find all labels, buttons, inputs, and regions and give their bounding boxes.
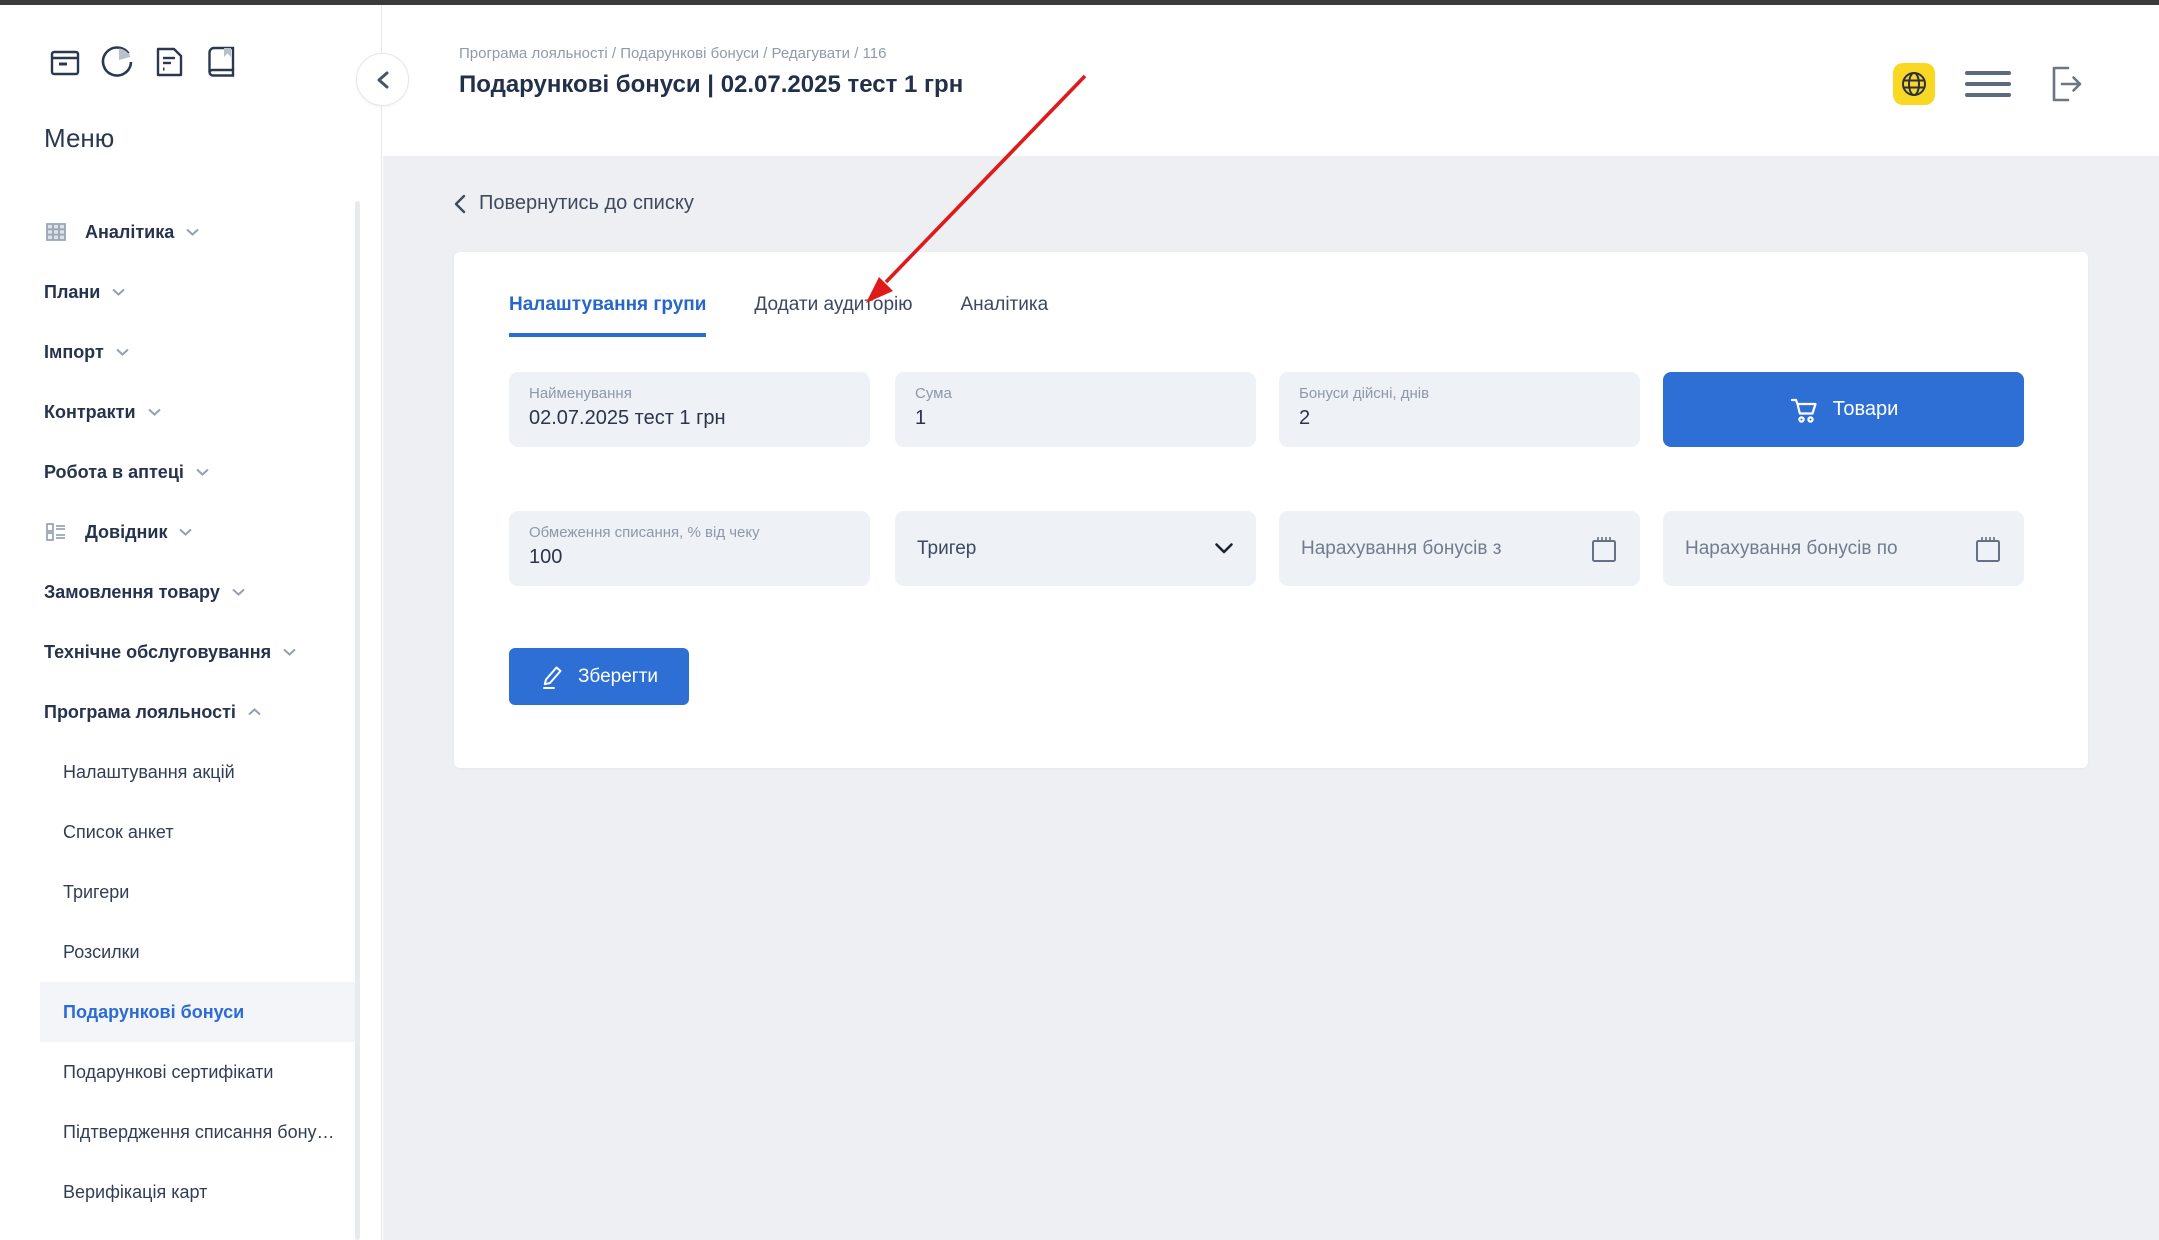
- chevron-down-icon: [282, 647, 297, 657]
- logout-icon: [2052, 66, 2082, 102]
- chevron-down-icon: [185, 227, 200, 237]
- sidebar-item-prohrama-loialnosti[interactable]: Програма лояльності: [0, 682, 381, 742]
- chevron-down-icon: [231, 587, 246, 597]
- trigger-select[interactable]: Тригер: [895, 511, 1256, 586]
- language-button[interactable]: [1893, 63, 1935, 105]
- globe-icon: [1902, 72, 1926, 96]
- sidebar: Меню Аналітика Плани Імпорт Контракти Ро…: [0, 5, 382, 1240]
- chevron-up-icon: [247, 707, 262, 717]
- list-icon: [44, 519, 70, 545]
- sidebar-item-pidtverdzhennia-spysannia[interactable]: Підтвердження списання бону…: [0, 1102, 381, 1162]
- book-icon[interactable]: [202, 43, 240, 81]
- chevron-down-icon: [147, 407, 162, 417]
- calendar-icon: [1976, 536, 2000, 562]
- sidebar-item-spysok-anket[interactable]: Список анкет: [0, 802, 381, 862]
- bonus-days-field[interactable]: Бонуси дійсні, днів 2: [1279, 372, 1640, 447]
- chevron-left-icon: [377, 71, 388, 88]
- chevron-down-icon: [178, 527, 193, 537]
- back-to-list-link[interactable]: Повернутись до списку: [453, 192, 694, 215]
- breadcrumb: Програма лояльності / Подарункові бонуси…: [459, 45, 887, 62]
- pie-chart-icon[interactable]: [98, 43, 136, 81]
- chevron-down-icon: [111, 287, 126, 297]
- sidebar-item-robota-v-aptetsi[interactable]: Робота в аптеці: [0, 442, 381, 502]
- products-button[interactable]: Товари: [1663, 372, 2024, 447]
- sidebar-item-dovidnyk[interactable]: Довідник: [0, 502, 381, 562]
- sidebar-toolbar: [46, 43, 240, 81]
- sidebar-item-analitika[interactable]: Аналітика: [0, 202, 381, 262]
- menu-title: Меню: [44, 123, 115, 153]
- sidebar-item-tryhery[interactable]: Тригери: [0, 862, 381, 922]
- app-root: Меню Аналітика Плани Імпорт Контракти Ро…: [0, 0, 2159, 1240]
- menu-toggle-button[interactable]: [1965, 69, 2011, 99]
- sidebar-item-zamovlennia-tovaru[interactable]: Замовлення товару: [0, 562, 381, 622]
- tab-add-audience[interactable]: Додати аудиторію: [754, 294, 912, 337]
- sidebar-item-rozsylky[interactable]: Розсилки: [0, 922, 381, 982]
- accrual-to-datepicker[interactable]: Нарахування бонусів по: [1663, 511, 2024, 586]
- main-content: Повернутись до списку Налаштування групи…: [383, 156, 2159, 1240]
- writeoff-limit-field[interactable]: Обмеження списання, % від чеку 100: [509, 511, 870, 586]
- sidebar-item-veryfikatsiia-kart[interactable]: Верифікація карт: [0, 1162, 381, 1222]
- sidebar-item-nalashtuvannia-aktsii[interactable]: Налаштування акцій: [0, 742, 381, 802]
- save-button[interactable]: Зберегти: [509, 648, 689, 705]
- cart-icon: [1790, 398, 1817, 423]
- chevron-down-icon: [195, 467, 210, 477]
- tab-group-settings[interactable]: Налаштування групи: [509, 294, 707, 337]
- document-icon[interactable]: [150, 43, 188, 81]
- chevron-down-icon: [115, 347, 130, 357]
- hamburger-icon: [1965, 71, 2011, 75]
- settings-card: Налаштування групи Додати аудиторію Анал…: [454, 252, 2088, 768]
- pencil-icon: [542, 666, 562, 689]
- header-actions: [1893, 61, 2087, 107]
- sidebar-item-podarunkovi-bonusy[interactable]: Подарункові бонуси: [40, 982, 357, 1042]
- sidebar-item-import[interactable]: Імпорт: [0, 322, 381, 382]
- tab-analytics[interactable]: Аналітика: [961, 294, 1049, 337]
- grid-icon: [44, 219, 70, 245]
- chevron-left-icon: [454, 194, 466, 213]
- name-field[interactable]: Найменування 02.07.2025 тест 1 грн: [509, 372, 870, 447]
- sidebar-item-plany[interactable]: Плани: [0, 262, 381, 322]
- header: Програма лояльності / Подарункові бонуси…: [383, 5, 2159, 156]
- accrual-from-datepicker[interactable]: Нарахування бонусів з: [1279, 511, 1640, 586]
- sum-field[interactable]: Сума 1: [895, 372, 1256, 447]
- sidebar-scrollbar[interactable]: [355, 201, 360, 1240]
- box-icon[interactable]: [46, 43, 84, 81]
- tabs: Налаштування групи Додати аудиторію Анал…: [509, 294, 1096, 337]
- calendar-icon: [1592, 536, 1616, 562]
- sidebar-item-tekhnichne-obsluhovuvannia[interactable]: Технічне обслуговування: [0, 622, 381, 682]
- window-top-strip: [0, 0, 2159, 5]
- logout-button[interactable]: [2041, 61, 2087, 107]
- sidebar-item-podarunkovi-sertyfikaty[interactable]: Подарункові сертифікати: [0, 1042, 381, 1102]
- sidebar-collapse-button[interactable]: [356, 53, 409, 106]
- sidebar-item-kontrakty[interactable]: Контракти: [0, 382, 381, 442]
- page-title: Подарункові бонуси | 02.07.2025 тест 1 г…: [459, 71, 964, 98]
- sidebar-nav: Аналітика Плани Імпорт Контракти Робота …: [0, 202, 381, 1222]
- chevron-down-icon: [1215, 543, 1233, 554]
